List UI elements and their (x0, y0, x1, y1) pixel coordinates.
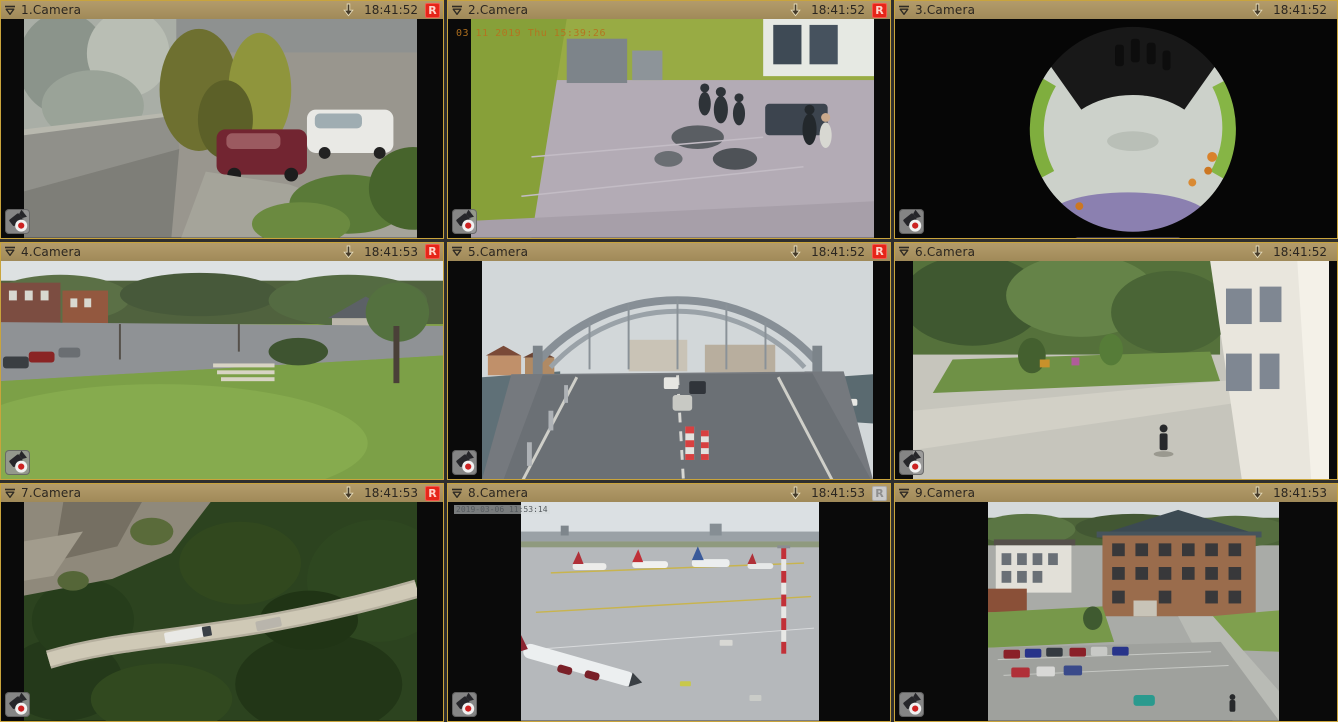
record-camera-button[interactable] (899, 450, 924, 476)
camera-tile-1[interactable]: 1.Camera 18:41:52 R (0, 0, 444, 239)
archive-arrow-icon[interactable] (1251, 3, 1264, 17)
camera-menu-icon[interactable] (898, 5, 910, 16)
record-camera-button[interactable] (452, 450, 477, 476)
record-badge[interactable]: R (872, 485, 887, 501)
camera-menu-icon[interactable] (451, 488, 463, 499)
record-badge[interactable]: R (425, 2, 440, 18)
camera-menu-icon[interactable] (4, 246, 16, 257)
camera-menu-icon[interactable] (451, 246, 463, 257)
archive-arrow-icon[interactable] (342, 245, 355, 259)
camera-timestamp: 18:41:53 (364, 486, 418, 501)
camera-titlebar[interactable]: 2.Camera 18:41:52 R (448, 1, 890, 19)
record-badge[interactable]: R (425, 244, 440, 260)
record-camera-button[interactable] (5, 208, 30, 234)
camera-titlebar[interactable]: 8.Camera 18:41:53 R (448, 484, 890, 503)
camera-title: 3.Camera (915, 3, 976, 17)
record-camera-button[interactable] (5, 692, 30, 717)
scene-park-parking (1, 260, 443, 480)
camera-tile-4[interactable]: 4.Camera 18:41:53 R (0, 241, 444, 481)
video-frame (24, 502, 417, 721)
camera-menu-icon[interactable] (451, 5, 463, 16)
camera-titlebar[interactable]: 4.Camera 18:41:53 R (1, 242, 443, 261)
archive-arrow-icon[interactable] (1251, 486, 1264, 500)
camera-timestamp: 18:41:52 (364, 3, 418, 17)
camera-view[interactable] (895, 260, 1337, 480)
archive-arrow-icon[interactable] (789, 245, 802, 259)
camera-tile-3[interactable]: 3.Camera 18:41:52 (894, 0, 1338, 239)
scene-forest-road (24, 502, 417, 721)
video-frame (1, 260, 443, 480)
camera-view[interactable] (895, 19, 1337, 238)
camera-titlebar[interactable]: 5.Camera 18:41:52 R (448, 242, 890, 261)
record-badge[interactable]: R (872, 2, 887, 18)
camera-timestamp: 18:41:53 (1273, 486, 1327, 501)
record-badge[interactable]: R (872, 244, 887, 260)
camera-menu-icon[interactable] (4, 488, 16, 499)
camera-tile-5[interactable]: 5.Camera 18:41:52 R (447, 241, 891, 481)
camera-title: 4.Camera (21, 244, 82, 259)
video-frame (913, 260, 1329, 480)
camera-title: 1.Camera (21, 3, 82, 17)
camera-title: 7.Camera (21, 486, 82, 501)
video-frame (482, 260, 873, 480)
camera-view[interactable] (1, 260, 443, 480)
camera-titlebar[interactable]: 7.Camera 18:41:53 R (1, 484, 443, 503)
archive-arrow-icon[interactable] (789, 3, 802, 17)
record-camera-button[interactable] (899, 692, 924, 717)
camera-timestamp: 18:41:52 (1273, 3, 1327, 17)
record-camera-button[interactable] (899, 208, 924, 234)
camera-view[interactable] (895, 502, 1337, 721)
video-frame (521, 502, 819, 721)
camera-menu-icon[interactable] (898, 488, 910, 499)
archive-arrow-icon[interactable] (342, 486, 355, 500)
camera-grid: 1.Camera 18:41:52 R 2.Camera 18:41:52 R … (0, 0, 1338, 722)
scene-office-room (471, 19, 874, 238)
video-timestamp-overlay: 03 11 2019 Thu 15:39:26 (456, 28, 606, 39)
camera-view[interactable] (1, 502, 443, 721)
record-camera-button[interactable] (5, 450, 30, 476)
camera-view[interactable]: 03 11 2019 Thu 15:39:26 (448, 19, 890, 238)
camera-view[interactable]: 2019-03-06 11:53:14 (448, 502, 890, 721)
camera-titlebar[interactable]: 1.Camera 18:41:52 R (1, 1, 443, 19)
archive-arrow-icon[interactable] (789, 486, 802, 500)
archive-arrow-icon[interactable] (342, 3, 355, 17)
scene-bridge-road (482, 260, 873, 480)
camera-title: 6.Camera (915, 244, 976, 259)
camera-titlebar[interactable]: 6.Camera 18:41:52 (895, 242, 1337, 261)
camera-timestamp: 18:41:53 (364, 244, 418, 259)
camera-titlebar[interactable]: 9.Camera 18:41:53 (895, 484, 1337, 503)
camera-timestamp: 18:41:52 (1273, 244, 1327, 259)
camera-title: 8.Camera (468, 486, 529, 501)
camera-tile-8[interactable]: 8.Camera 18:41:53 R 2019-03-06 11:53:14 (447, 483, 891, 722)
archive-arrow-icon[interactable] (1251, 245, 1264, 259)
scene-building-yard (913, 260, 1329, 480)
video-timestamp-overlay: 2019-03-06 11:53:14 (454, 505, 550, 515)
camera-title: 5.Camera (468, 244, 529, 259)
camera-timestamp: 18:41:52 (811, 244, 865, 259)
scene-airport-apron (521, 502, 819, 721)
camera-title: 2.Camera (468, 3, 529, 17)
camera-tile-6[interactable]: 6.Camera 18:41:52 (894, 241, 1338, 481)
video-frame (471, 19, 874, 238)
camera-title: 9.Camera (915, 486, 976, 501)
camera-titlebar[interactable]: 3.Camera 18:41:52 (895, 1, 1337, 19)
record-camera-button[interactable] (452, 208, 477, 234)
scene-campus-parking (988, 502, 1279, 721)
camera-tile-2[interactable]: 2.Camera 18:41:52 R 03 11 2019 Thu 15:39… (447, 0, 891, 239)
video-frame (988, 502, 1279, 721)
scene-garden-parking (24, 19, 417, 238)
scene-fisheye-hall (895, 19, 1337, 238)
record-badge[interactable]: R (425, 485, 440, 501)
camera-timestamp: 18:41:52 (811, 3, 865, 17)
record-camera-button[interactable] (452, 692, 477, 717)
camera-view[interactable] (1, 19, 443, 238)
camera-menu-icon[interactable] (4, 5, 16, 16)
video-frame (895, 19, 1337, 238)
camera-tile-7[interactable]: 7.Camera 18:41:53 R (0, 483, 444, 722)
camera-timestamp: 18:41:53 (811, 486, 865, 501)
camera-menu-icon[interactable] (898, 246, 910, 257)
camera-view[interactable] (448, 260, 890, 480)
video-frame (24, 19, 417, 238)
camera-tile-9[interactable]: 9.Camera 18:41:53 (894, 483, 1338, 722)
